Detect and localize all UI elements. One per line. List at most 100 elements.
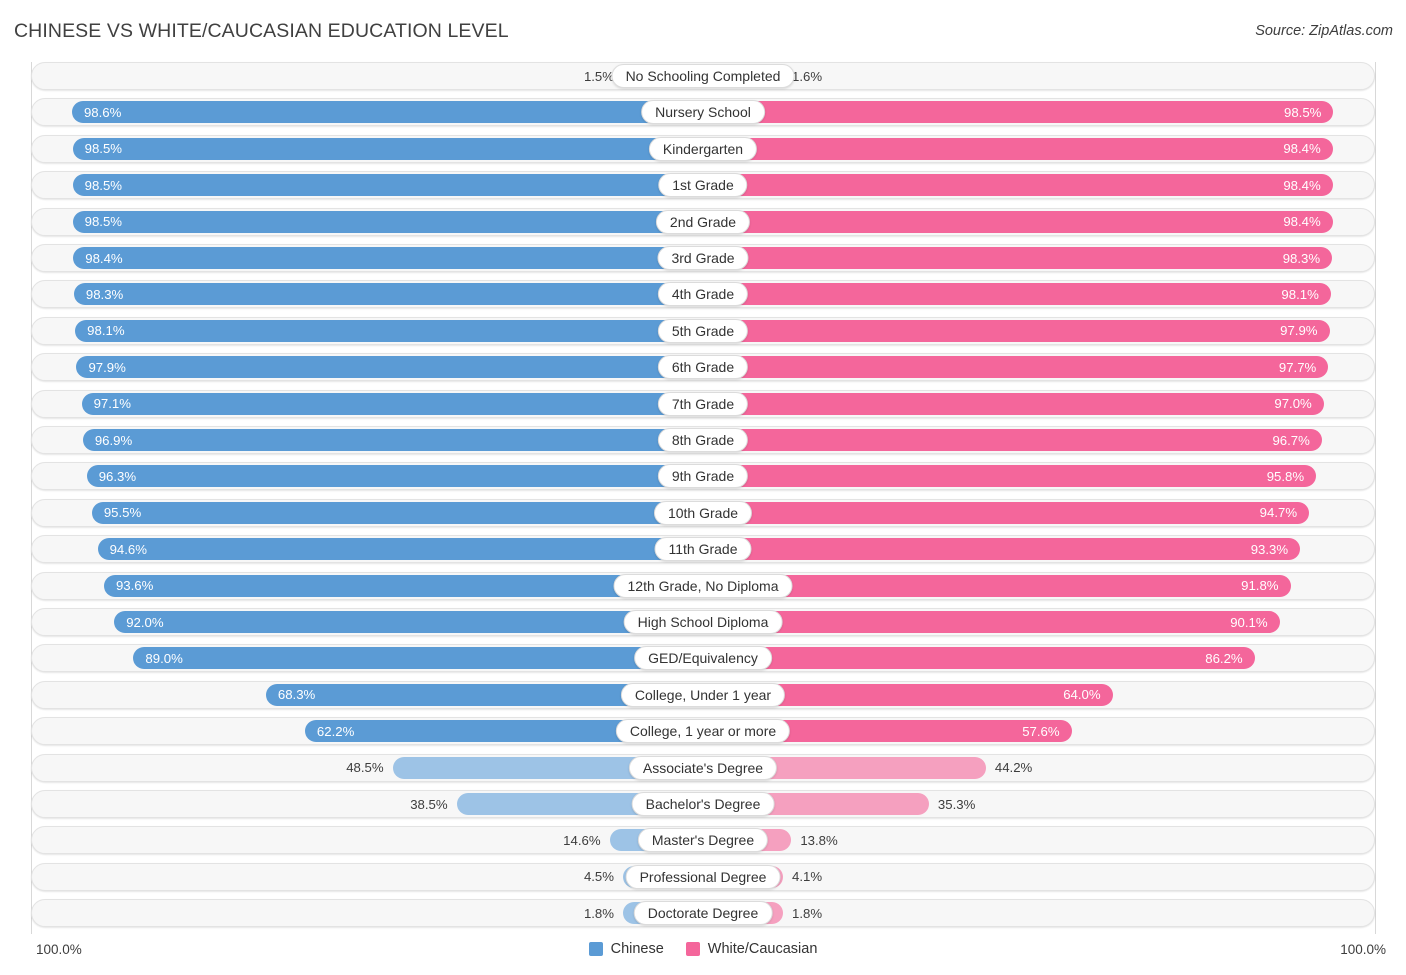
legend-swatch-icon xyxy=(588,942,603,956)
bar-value-white-caucasian: 91.8% xyxy=(1241,578,1279,594)
bar-value-chinese: 96.3% xyxy=(98,468,137,484)
category-label: 5th Grade xyxy=(657,318,749,343)
table-row[interactable]: 1.8% 1.8% Doctorate Degree xyxy=(31,899,1375,928)
bar-value-chinese: 62.2% xyxy=(316,723,355,739)
table-row[interactable]: 68.3% 64.0% College, Under 1 year xyxy=(31,680,1375,709)
bar-value-white-caucasian: 97.7% xyxy=(1278,359,1317,375)
table-row[interactable]: 98.1% 97.9% 5th Grade xyxy=(31,316,1375,345)
bar-value-chinese: 1.8% xyxy=(583,905,614,921)
bar-value-chinese: 48.5% xyxy=(346,760,384,776)
table-row[interactable]: 97.9% 97.7% 6th Grade xyxy=(31,353,1375,382)
table-row[interactable]: 62.2% 57.6% College, 1 year or more xyxy=(31,717,1375,746)
bar-value-chinese: 94.6% xyxy=(109,541,147,557)
category-label: 3rd Grade xyxy=(657,246,749,270)
legend-label: White/Caucasian xyxy=(707,941,818,957)
bar-white-caucasian[interactable]: 98.4% xyxy=(703,210,1333,233)
table-row[interactable]: 94.6% 93.3% 11th Grade xyxy=(31,535,1375,564)
bar-value-chinese: 98.3% xyxy=(85,286,124,302)
bar-white-caucasian[interactable]: 98.4% xyxy=(703,174,1333,197)
bar-chinese[interactable]: 95.5% xyxy=(91,501,703,524)
bar-value-white-caucasian: 93.3% xyxy=(1250,541,1289,557)
bar-chinese[interactable]: 96.9% xyxy=(82,429,703,451)
category-label: 6th Grade xyxy=(657,355,749,380)
legend-label: Chinese xyxy=(610,941,664,957)
bar-white-caucasian[interactable]: 90.1% xyxy=(703,611,1280,633)
bar-value-white-caucasian: 98.4% xyxy=(1283,177,1321,193)
bar-white-caucasian[interactable]: 98.3% xyxy=(703,247,1333,269)
bar-white-caucasian[interactable]: 86.2% xyxy=(703,647,1255,670)
chart-footer: 100.0% 100.0% Chinese White/Caucasian xyxy=(0,938,1406,975)
table-row[interactable]: 95.5% 94.7% 10th Grade xyxy=(31,498,1375,527)
bar-value-white-caucasian: 4.1% xyxy=(792,869,823,885)
table-row[interactable]: 98.3% 98.1% 4th Grade xyxy=(31,280,1375,309)
table-row[interactable]: 38.5% 35.3% Bachelor's Degree xyxy=(31,790,1375,818)
bar-value-chinese: 68.3% xyxy=(277,687,316,703)
bar-white-caucasian[interactable]: 98.4% xyxy=(703,137,1333,160)
bar-value-chinese: 14.6% xyxy=(563,832,601,848)
bar-white-caucasian[interactable]: 98.5% xyxy=(703,101,1334,124)
table-row[interactable]: 98.5% 98.4% Kindergarten xyxy=(31,134,1375,163)
category-label: 7th Grade xyxy=(657,391,749,416)
source-attribution: Source: ZipAtlas.com xyxy=(1255,23,1393,39)
bar-white-caucasian[interactable]: 94.7% xyxy=(703,501,1310,524)
bar-chinese[interactable]: 97.9% xyxy=(76,356,703,379)
bar-chinese[interactable]: 98.5% xyxy=(72,174,703,197)
table-row[interactable]: 4.5% 4.1% Professional Degree xyxy=(31,862,1375,891)
bar-chinese[interactable]: 98.5% xyxy=(72,137,703,160)
bar-value-chinese: 96.9% xyxy=(94,432,133,448)
bar-chinese[interactable]: 98.6% xyxy=(71,101,703,124)
bar-value-white-caucasian: 95.8% xyxy=(1266,468,1305,484)
bar-chinese[interactable]: 89.0% xyxy=(133,647,703,670)
bar-chinese[interactable]: 98.4% xyxy=(73,247,703,269)
bar-white-caucasian[interactable]: 95.8% xyxy=(703,465,1317,488)
table-row[interactable]: 98.5% 98.4% 2nd Grade xyxy=(31,207,1375,236)
category-label: 10th Grade xyxy=(653,500,753,525)
bar-value-chinese: 93.6% xyxy=(115,578,154,594)
bar-value-white-caucasian: 13.8% xyxy=(800,832,838,848)
category-label: 4th Grade xyxy=(657,282,749,307)
category-label: Bachelor's Degree xyxy=(631,792,775,816)
bar-value-chinese: 97.9% xyxy=(88,359,126,375)
legend-item-white-caucasian[interactable]: White/Caucasian xyxy=(685,941,818,957)
table-row[interactable]: 1.5% 1.6% No Schooling Completed xyxy=(31,62,1375,90)
bar-chinese[interactable]: 96.3% xyxy=(86,465,703,488)
category-label: GED/Equivalency xyxy=(634,646,772,671)
category-label: 2nd Grade xyxy=(655,209,751,234)
bar-value-white-caucasian: 98.3% xyxy=(1282,250,1321,266)
bar-white-caucasian[interactable]: 93.3% xyxy=(703,538,1301,561)
bar-value-white-caucasian: 57.6% xyxy=(1022,723,1060,739)
table-row[interactable]: 96.3% 95.8% 9th Grade xyxy=(31,462,1375,491)
legend-item-chinese[interactable]: Chinese xyxy=(588,941,664,957)
category-label: College, 1 year or more xyxy=(615,719,791,744)
bar-chinese[interactable]: 94.6% xyxy=(97,538,703,561)
category-label: 8th Grade xyxy=(657,428,749,452)
bar-value-chinese: 98.1% xyxy=(87,323,125,339)
category-label: 12th Grade, No Diploma xyxy=(613,573,793,598)
table-row[interactable]: 98.6% 98.5% Nursery School xyxy=(31,98,1375,127)
table-row[interactable]: 92.0% 90.1% High School Diploma xyxy=(31,608,1375,636)
bar-white-caucasian[interactable]: 97.0% xyxy=(703,392,1324,415)
bar-white-caucasian[interactable]: 96.7% xyxy=(703,429,1322,451)
table-row[interactable]: 96.9% 96.7% 8th Grade xyxy=(31,426,1375,454)
table-row[interactable]: 93.6% 91.8% 12th Grade, No Diploma xyxy=(31,571,1375,600)
bar-value-chinese: 98.4% xyxy=(85,250,123,266)
bar-value-white-caucasian: 98.1% xyxy=(1281,286,1319,302)
table-row[interactable]: 14.6% 13.8% Master's Degree xyxy=(31,826,1375,855)
bar-white-caucasian[interactable]: 98.1% xyxy=(703,283,1331,306)
bar-chinese[interactable]: 92.0% xyxy=(114,611,703,633)
chart-root: CHINESE VS WHITE/CAUCASIAN EDUCATION LEV… xyxy=(0,0,1406,975)
table-row[interactable]: 98.4% 98.3% 3rd Grade xyxy=(31,244,1375,272)
bar-chinese[interactable]: 98.1% xyxy=(75,319,703,342)
bar-white-caucasian[interactable]: 97.9% xyxy=(703,319,1330,342)
table-row[interactable]: 48.5% 44.2% Associate's Degree xyxy=(31,753,1375,782)
bar-chinese[interactable]: 97.1% xyxy=(81,392,703,415)
table-row[interactable]: 97.1% 97.0% 7th Grade xyxy=(31,389,1375,418)
bar-chinese[interactable]: 98.5% xyxy=(72,210,703,233)
bar-white-caucasian[interactable]: 97.7% xyxy=(703,356,1329,379)
bar-value-chinese: 38.5% xyxy=(410,796,448,812)
table-row[interactable]: 98.5% 98.4% 1st Grade xyxy=(31,171,1375,200)
bar-chinese[interactable]: 98.3% xyxy=(73,283,703,306)
category-label: Nursery School xyxy=(641,100,765,125)
bar-value-white-caucasian: 96.7% xyxy=(1272,432,1310,448)
table-row[interactable]: 89.0% 86.2% GED/Equivalency xyxy=(31,644,1375,673)
